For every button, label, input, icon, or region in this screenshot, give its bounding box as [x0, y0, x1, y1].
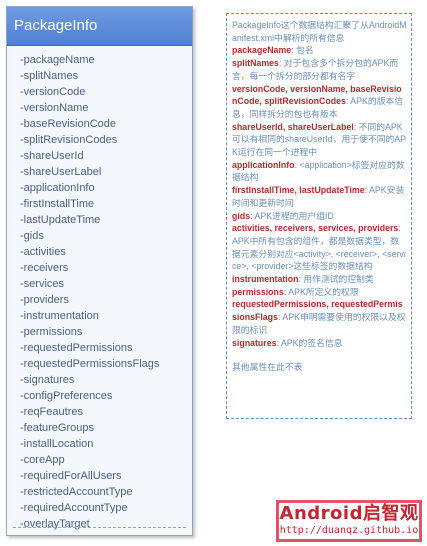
note-entry-key: shareUserId, shareUserLabel	[232, 121, 354, 132]
note-entry-key: firstInstallTime, lastUpdateTime	[232, 185, 365, 196]
note-entry: versionCode, versionName, baseRevisionCo…	[232, 83, 407, 121]
class-field: -applicationInfo	[20, 182, 95, 194]
note-entry: requestedPermissions, requestedPermissio…	[232, 298, 407, 336]
class-field: -overlayTarget	[20, 518, 90, 530]
note-intro: PackageInfo这个数据结构汇聚了从AndroidManifest.xml…	[232, 20, 407, 43]
note-entry: splitNames: 对于包含多个拆分包的APK而言，每一个拆分的部分都有名字	[232, 57, 407, 82]
note-entry-key: splitNames	[232, 58, 279, 69]
class-field: -shareUserId	[20, 150, 84, 162]
class-field: -lastUpdateTime	[20, 214, 101, 226]
description-note: PackageInfo这个数据结构汇聚了从AndroidManifest.xml…	[226, 13, 412, 419]
note-gap	[232, 349, 407, 361]
note-entry: gids: APK进程的用户组ID	[232, 210, 407, 223]
note-entry-key: gids	[232, 210, 251, 221]
class-field: -reqFeautres	[20, 406, 83, 418]
note-entry: shareUserId, shareUserLabel: 不同的APK可以有相同…	[232, 121, 407, 159]
class-field: -versionName	[20, 102, 89, 114]
class-field: -versionCode	[20, 86, 86, 98]
note-entries: packageName: 包名 splitNames: 对于包含多个拆分包的APK…	[232, 44, 407, 349]
class-field: -baseRevisionCode	[20, 118, 116, 130]
note-entry: firstInstallTime, lastUpdateTime: APK安装时…	[232, 184, 407, 209]
class-field: -instrumentation	[20, 310, 99, 322]
class-title: PackageInfo	[7, 7, 192, 46]
class-field: -requestedPermissions	[20, 342, 133, 354]
note-entry-desc: : APK的签名信息	[276, 337, 343, 348]
note-entry-key: packageName	[232, 45, 292, 56]
class-field: -featureGroups	[20, 422, 94, 434]
class-field: -splitNames	[20, 70, 79, 82]
note-entry-desc: : 用作测试的控制类	[298, 274, 374, 285]
note-entry: signatures: APK的签名信息	[232, 337, 407, 350]
note-entry-desc: : 包名	[291, 45, 314, 56]
packageinfo-class-box: PackageInfo -packageName -splitNames -vers…	[6, 6, 193, 536]
note-entry-desc: : APK进程的用户组ID	[250, 210, 334, 221]
class-field: -requestedPermissionsFlags	[20, 358, 160, 370]
note-entry-key: signatures	[232, 337, 277, 348]
note-footer: 其他属性在此不表	[232, 362, 303, 373]
class-field: -permissions	[20, 326, 83, 338]
class-field: -shareUserLabel	[20, 166, 102, 178]
stamp-url: http://duanqz.github.io	[279, 525, 419, 536]
class-box-divider	[13, 527, 186, 528]
class-field: -gids	[20, 230, 44, 242]
note-entry-desc: : APK所定义的权限	[283, 286, 359, 297]
class-field: -splitRevisionCodes	[20, 134, 118, 146]
note-entry-key: instrumentation	[232, 274, 299, 285]
class-field: -packageName	[20, 54, 95, 66]
note-entry: instrumentation: 用作测试的控制类	[232, 273, 407, 286]
class-field: -providers	[20, 294, 69, 306]
note-entry: applicationInfo: <application>标签对应的数据结构	[232, 159, 407, 184]
class-field: -requiredForAllUsers	[20, 470, 122, 482]
note-entry: permissions: APK所定义的权限	[232, 286, 407, 299]
note-entry-key: permissions	[232, 286, 284, 297]
class-field: -installLocation	[20, 438, 94, 450]
class-field: -activities	[20, 246, 66, 258]
note-entry-key: activities, receivers, services, provide…	[232, 223, 399, 234]
note-entry: activities, receivers, services, provide…	[232, 222, 407, 273]
class-field: -receivers	[20, 262, 69, 274]
class-field: -firstInstallTime	[20, 198, 95, 210]
class-field: -coreApp	[20, 454, 65, 466]
note-entry: packageName: 包名	[232, 44, 407, 57]
class-field: -restrictedAccountType	[20, 486, 133, 498]
field-list: -packageName -splitNames -versionCode -vers…	[20, 52, 190, 532]
stamp-title: Android启智观	[279, 503, 419, 524]
class-field: -signatures	[20, 374, 75, 386]
note-entry-key: applicationInfo	[232, 159, 295, 170]
watermark-stamp: Android启智观 http://duanqz.github.io	[276, 500, 422, 542]
class-field: -requiredAccountType	[20, 502, 128, 514]
class-field: -services	[20, 278, 65, 290]
class-field: -configPreferences	[20, 390, 113, 402]
